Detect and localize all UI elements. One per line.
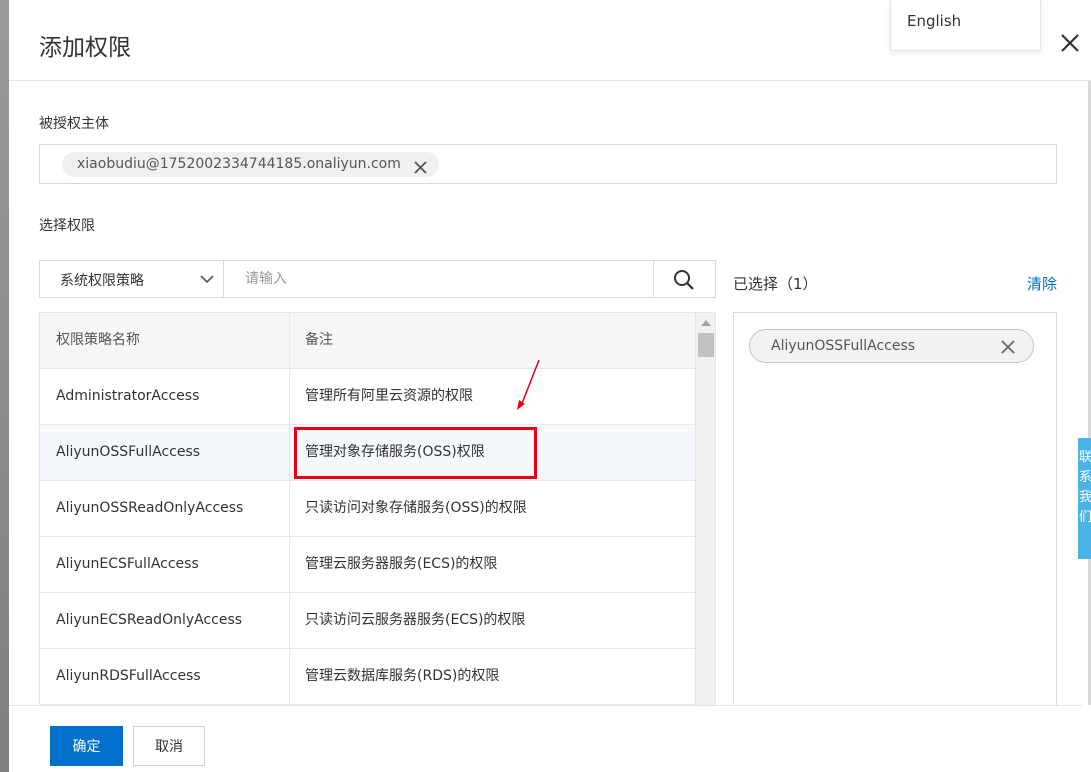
principal-label: 被授权主体 bbox=[39, 116, 109, 132]
search-icon bbox=[674, 270, 694, 290]
table-row[interactable]: AliyunECSFullAccess 管理云服务器服务(ECS)的权限 bbox=[40, 537, 695, 593]
selected-panel: AliyunOSSFullAccess bbox=[733, 312, 1057, 705]
scroll-up-icon[interactable] bbox=[701, 320, 711, 326]
policy-note: 只读访问云服务器服务(ECS)的权限 bbox=[305, 612, 526, 628]
principal-chip-label: xiaobudiu@1752002334744185.onaliyun.com bbox=[77, 156, 401, 172]
table-header: 权限策略名称 备注 bbox=[40, 313, 695, 369]
policy-note: 只读访问对象存储服务(OSS)的权限 bbox=[305, 500, 527, 516]
remove-principal-icon[interactable] bbox=[414, 158, 427, 174]
add-permission-dialog: 添加权限 English 被授权主体 xiaobudiu@17520023347… bbox=[9, 0, 1091, 772]
table-row[interactable]: AliyunRDSFullAccess 管理云数据库服务(RDS)的权限 bbox=[40, 649, 695, 705]
policy-name: AliyunECSFullAccess bbox=[40, 537, 290, 592]
selected-policy-chip: AliyunOSSFullAccess bbox=[749, 329, 1034, 363]
policy-type-value: 系统权限策略 bbox=[60, 273, 144, 289]
permission-search-bar: 系统权限策略 bbox=[39, 260, 716, 298]
select-permission-label: 选择权限 bbox=[39, 218, 95, 234]
annotation-arrow-icon bbox=[517, 359, 540, 410]
language-dropdown: English bbox=[890, 0, 1041, 51]
policy-note: 管理云数据库服务(RDS)的权限 bbox=[305, 668, 500, 684]
language-option-english[interactable]: English bbox=[907, 12, 961, 30]
policy-note: 管理所有阿里云资源的权限 bbox=[305, 388, 473, 404]
policy-name: AliyunOSSFullAccess bbox=[40, 425, 290, 480]
dialog-title: 添加权限 bbox=[39, 35, 131, 61]
background-overlay bbox=[0, 0, 9, 772]
contact-side-tab-label: 联系我们 bbox=[1079, 450, 1091, 525]
confirm-button[interactable]: 确定 bbox=[50, 726, 123, 766]
policy-name: AliyunECSReadOnlyAccess bbox=[40, 593, 290, 648]
close-icon[interactable] bbox=[1057, 30, 1083, 56]
search-button[interactable] bbox=[653, 261, 715, 297]
policy-search-input[interactable] bbox=[225, 261, 655, 297]
remove-icon[interactable] bbox=[1001, 339, 1015, 354]
principal-field[interactable]: xiaobudiu@1752002334744185.onaliyun.com bbox=[39, 144, 1057, 184]
policy-name: AdministratorAccess bbox=[40, 369, 290, 424]
table-scrollbar[interactable] bbox=[696, 312, 716, 705]
table-row[interactable]: AliyunECSReadOnlyAccess 只读访问云服务器服务(ECS)的… bbox=[40, 593, 695, 649]
annotation-highlight-box bbox=[294, 427, 537, 479]
policy-table: 权限策略名称 备注 AdministratorAccess 管理所有阿里云资源的… bbox=[39, 312, 696, 705]
chevron-down-icon bbox=[199, 271, 215, 287]
cancel-button[interactable]: 取消 bbox=[133, 726, 205, 766]
policy-note: 管理云服务器服务(ECS)的权限 bbox=[305, 556, 498, 572]
selected-policy-label: AliyunOSSFullAccess bbox=[771, 338, 916, 354]
column-header-name: 权限策略名称 bbox=[40, 313, 290, 368]
scrollbar-thumb[interactable] bbox=[698, 333, 714, 357]
contact-side-tab[interactable]: 联系我们 bbox=[1078, 438, 1091, 559]
dialog-footer: 确定 取消 bbox=[9, 705, 1082, 772]
column-header-note: 备注 bbox=[305, 332, 333, 348]
policy-name: AliyunOSSReadOnlyAccess bbox=[40, 481, 290, 536]
policy-name: AliyunRDSFullAccess bbox=[40, 649, 290, 704]
table-row[interactable]: AliyunOSSReadOnlyAccess 只读访问对象存储服务(OSS)的… bbox=[40, 481, 695, 537]
principal-chip: xiaobudiu@1752002334744185.onaliyun.com bbox=[62, 152, 439, 177]
table-row[interactable]: AdministratorAccess 管理所有阿里云资源的权限 bbox=[40, 369, 695, 425]
policy-type-select[interactable]: 系统权限策略 bbox=[40, 261, 224, 297]
clear-selection-link[interactable]: 清除 bbox=[1027, 273, 1057, 294]
selected-count-label: 已选择（1） bbox=[733, 275, 818, 293]
